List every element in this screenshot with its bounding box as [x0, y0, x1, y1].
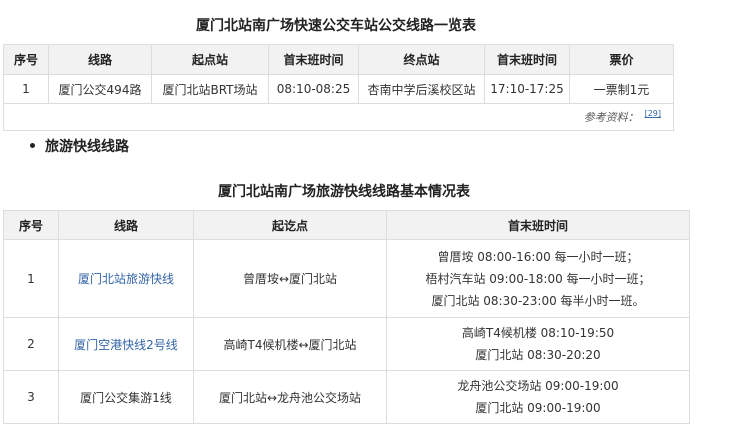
- time-line: 厦门北站 08:30-23:00 每半小时一班。: [431, 293, 645, 308]
- table2-cell-route: 厦门公交集游1线: [58, 370, 194, 424]
- table1-caption: 厦门北站南广场快速公交车站公交线路一览表: [196, 18, 476, 34]
- table1-header-cell: 首末班时间: [484, 44, 570, 75]
- bus-lines-table: 序号 线路 起点站 首末班时间 终点站 首末班时间 票价 1 厦门公交494路 …: [3, 44, 674, 131]
- bullet-dot-icon: [30, 142, 35, 148]
- table2-cell-route: 厦门空港快线2号线: [58, 317, 194, 371]
- table1-header-cell: 票价: [569, 44, 674, 75]
- time-line: 高崎T4候机楼 08:10-19:50: [461, 326, 615, 340]
- table2-header-cell: 首末班时间: [386, 210, 690, 240]
- table1-cell: 1: [3, 74, 49, 104]
- table1-header-cell: 终点站: [358, 44, 485, 75]
- time-line: 梧村汽车站 09:00-18:00 每一小时一班；: [425, 271, 651, 286]
- reference-cell: 参考资料： [29]: [3, 103, 674, 131]
- table1-cell: 08:10-08:25: [268, 74, 359, 104]
- table2-cell-times: 龙舟池公交场站 09:00-19:00 厦门北站 09:00-19:00: [386, 370, 690, 424]
- reference-row: 参考资料： [29]: [3, 103, 674, 131]
- table1-header-cell: 首末班时间: [268, 44, 359, 75]
- time-line: 龙舟池公交场站 09:00-19:00: [457, 379, 619, 393]
- table2-cell-no: 2: [3, 317, 59, 371]
- table2-cell-times: 曾厝垵 08:00-16:00 每一小时一班； 梧村汽车站 09:00-18:0…: [386, 239, 690, 318]
- tourist-lines-table: 序号 线路 起讫点 首末班时间 1 厦门北站旅游快线 曾厝垵↔厦门北站 曾厝垵 …: [3, 210, 690, 424]
- section-bullet: 旅游快线线路: [30, 136, 129, 156]
- table-row: 3 厦门公交集游1线 厦门北站↔龙舟池公交场站 龙舟池公交场站 09:00-19…: [3, 370, 690, 424]
- table1-header-row: 序号 线路 起点站 首末班时间 终点站 首末班时间 票价: [3, 44, 674, 75]
- bullet-text: 旅游快线线路: [45, 139, 129, 155]
- table-row: 1 厦门北站旅游快线 曾厝垵↔厦门北站 曾厝垵 08:00-16:00 每一小时…: [3, 239, 690, 318]
- table2-cell-no: 3: [3, 370, 59, 424]
- table2-cell-no: 1: [3, 239, 59, 318]
- reference-label: 参考资料：: [583, 111, 639, 124]
- table2-cell-endpoints: 厦门北站↔龙舟池公交场站: [193, 370, 387, 424]
- time-line: 曾厝垵 08:00-16:00 每一小时一班；: [437, 249, 639, 264]
- table2-caption: 厦门北站南广场旅游快线线路基本情况表: [218, 184, 470, 200]
- time-line: 厦门北站 08:30-20:20: [475, 348, 601, 362]
- table1-cell: 厦门北站BRT场站: [151, 74, 269, 104]
- table1-cell: 17:10-17:25: [484, 74, 570, 104]
- table1-cell: 杏南中学后溪校区站: [358, 74, 485, 104]
- table-row: 2 厦门空港快线2号线 高崎T4候机楼↔厦门北站 高崎T4候机楼 08:10-1…: [3, 317, 690, 371]
- table1-header-cell: 起点站: [151, 44, 269, 75]
- table1-header-cell: 序号: [3, 44, 49, 75]
- table2-header-cell: 序号: [3, 210, 59, 240]
- table2-cell-endpoints: 曾厝垵↔厦门北站: [193, 239, 387, 318]
- reference-link[interactable]: [29]: [645, 109, 661, 118]
- route-link[interactable]: 厦门北站旅游快线: [78, 272, 174, 286]
- table2-cell-endpoints: 高崎T4候机楼↔厦门北站: [193, 317, 387, 371]
- table2-header-cell: 线路: [58, 210, 194, 240]
- table1-cell: 一票制1元: [569, 74, 674, 104]
- table1-header-cell: 线路: [48, 44, 152, 75]
- table2-cell-route: 厦门北站旅游快线: [58, 239, 194, 318]
- table-row: 1 厦门公交494路 厦门北站BRT场站 08:10-08:25 杏南中学后溪校…: [3, 74, 674, 104]
- route-link[interactable]: 厦门空港快线2号线: [74, 338, 178, 352]
- table2-header-row: 序号 线路 起讫点 首末班时间: [3, 210, 690, 240]
- table2-header-cell: 起讫点: [193, 210, 387, 240]
- table2-cell-times: 高崎T4候机楼 08:10-19:50 厦门北站 08:30-20:20: [386, 317, 690, 371]
- time-line: 厦门北站 09:00-19:00: [475, 401, 601, 415]
- table1-cell: 厦门公交494路: [48, 74, 152, 104]
